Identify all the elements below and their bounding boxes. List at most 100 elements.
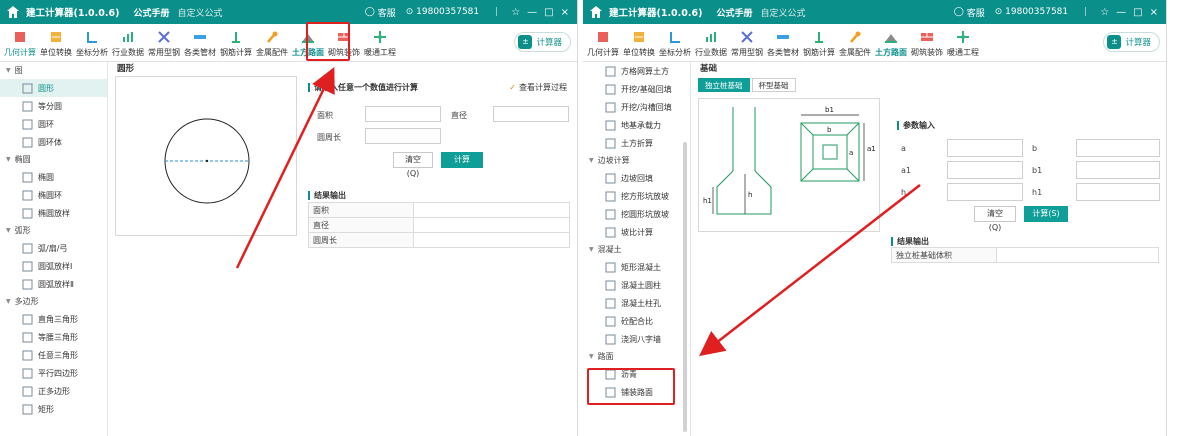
area-input[interactable]: [365, 106, 441, 122]
pin-button[interactable]: ☆: [1100, 7, 1109, 18]
pin-button[interactable]: ☆: [511, 7, 520, 18]
sidebar-group[interactable]: ▼ 图: [0, 62, 107, 79]
tool-hvac[interactable]: 暖通工程: [362, 30, 398, 58]
sidebar-item-0-0[interactable]: 圆形: [0, 79, 107, 97]
shape-icon: [605, 84, 616, 94]
calculate-button[interactable]: 计算(S): [441, 152, 483, 180]
maximize-button[interactable]: □: [1133, 7, 1142, 18]
tool-coordinate[interactable]: 坐标分析: [657, 30, 693, 58]
sidebar-group[interactable]: ▼ 路面: [583, 348, 690, 365]
tool-metal-parts[interactable]: 金属配件: [837, 30, 873, 58]
sidebar-item-0-3[interactable]: 圆环体: [0, 133, 107, 151]
account-link[interactable]: ⊙ 19800357581: [406, 7, 479, 17]
sidebar-item-0-1[interactable]: 等分圆: [0, 97, 107, 115]
sidebar-item-0-1[interactable]: 开挖/基础回填: [583, 80, 690, 98]
sidebar-item-0-4[interactable]: 土方折算: [583, 134, 690, 152]
sidebar-item-label: 地基承载力: [621, 120, 661, 130]
sidebar-group[interactable]: ▼ 多边形: [0, 293, 107, 310]
param-a1-input[interactable]: [947, 161, 1023, 179]
sidebar-item-2-2[interactable]: 圆弧放样Ⅱ: [0, 275, 107, 293]
service-link[interactable]: ◯ 客服: [954, 6, 985, 19]
tool-hvac[interactable]: 暖通工程: [945, 30, 981, 58]
sidebar-item-2-1[interactable]: 混凝土圆柱: [583, 276, 690, 294]
sidebar-item-3-3[interactable]: 平行四边形: [0, 364, 107, 382]
sidebar-item-2-0[interactable]: 弧/扇/弓: [0, 239, 107, 257]
calculator-button[interactable]: ± 计算器: [1103, 32, 1160, 52]
tool-geometry[interactable]: 几何计算: [585, 30, 621, 58]
clear-button[interactable]: 清空(Q): [393, 152, 433, 178]
sidebar-item-2-1[interactable]: 圆弧放样Ⅰ: [0, 257, 107, 275]
sidebar-item-1-2[interactable]: 挖圆形坑放坡: [583, 205, 690, 223]
minimize-button[interactable]: —: [1116, 7, 1126, 18]
tool-steel[interactable]: 常用型钢: [146, 30, 182, 58]
calculator-icon: ±: [518, 35, 533, 49]
param-a-input[interactable]: [947, 139, 1023, 157]
sidebar-item-3-5[interactable]: 矩形: [0, 400, 107, 418]
close-button[interactable]: ×: [561, 7, 569, 18]
sidebar-group[interactable]: ▼ 弧形: [0, 222, 107, 239]
sidebar-item-2-0[interactable]: 矩形混凝土: [583, 258, 690, 276]
tool-unit-convert[interactable]: 单位转换: [38, 30, 74, 58]
subtab-isolated-pile[interactable]: 独立桩基础: [698, 78, 750, 92]
label-h-left: h: [748, 191, 752, 199]
clear-button[interactable]: 清空(Q): [974, 206, 1016, 232]
sidebar-item-0-2[interactable]: 开挖/沟槽回填: [583, 98, 690, 116]
sidebar-item-0-0[interactable]: 方格网算土方: [583, 62, 690, 80]
tool-geometry[interactable]: 几何计算: [2, 30, 38, 58]
tool-label: 常用型钢: [148, 48, 180, 57]
tool-rebar[interactable]: 钢筋计算: [801, 30, 837, 58]
sidebar-item-0-2[interactable]: 圆环: [0, 115, 107, 133]
calculator-button[interactable]: ± 计算器: [514, 32, 571, 52]
param-b-input[interactable]: [1076, 139, 1160, 157]
service-link[interactable]: ◯ 客服: [365, 6, 396, 19]
tab-formula-manual[interactable]: 公式手册: [716, 6, 752, 19]
tool-earthwork-road[interactable]: 土方路面: [873, 30, 909, 58]
minimize-button[interactable]: —: [527, 7, 537, 18]
tool-coordinate[interactable]: 坐标分析: [74, 30, 110, 58]
tool-industry-data[interactable]: 行业数据: [110, 30, 146, 58]
circumference-input[interactable]: [365, 128, 441, 144]
sidebar-group[interactable]: ▼ 椭圆: [0, 151, 107, 168]
sidebar-item-1-0[interactable]: 椭圆: [0, 168, 107, 186]
sidebar-item-1-0[interactable]: 边坡回填: [583, 169, 690, 187]
tool-rebar[interactable]: 钢筋计算: [218, 30, 254, 58]
sidebar-item-0-3[interactable]: 地基承载力: [583, 116, 690, 134]
tool-pipes[interactable]: 各类管材: [765, 30, 801, 58]
tab-formula-manual[interactable]: 公式手册: [133, 6, 169, 19]
diameter-input[interactable]: [493, 106, 569, 122]
sidebar-item-2-2[interactable]: 混凝土柱孔: [583, 294, 690, 312]
param-b1-input[interactable]: [1076, 161, 1160, 179]
param-h1-input[interactable]: [1076, 183, 1160, 201]
sidebar-item-1-1[interactable]: 椭圆环: [0, 186, 107, 204]
sidebar-item-3-2[interactable]: 任意三角形: [0, 346, 107, 364]
maximize-button[interactable]: □: [544, 7, 553, 18]
tool-unit-convert[interactable]: 单位转换: [621, 30, 657, 58]
account-link[interactable]: ⊙ 19800357581: [995, 7, 1068, 17]
sidebar-group[interactable]: ▼ 边坡计算: [583, 152, 690, 169]
param-h-input[interactable]: [947, 183, 1023, 201]
sidebar-scrollbar[interactable]: [683, 142, 687, 432]
calculator-label: 计算器: [536, 38, 562, 48]
tab-custom-formula[interactable]: 自定义公式: [760, 6, 805, 19]
close-button[interactable]: ×: [1150, 7, 1158, 18]
view-process-link[interactable]: ✓ 查看计算过程: [509, 82, 567, 93]
calculate-button[interactable]: 计算(S): [1024, 206, 1068, 222]
tool-metal-parts[interactable]: 金属配件: [254, 30, 290, 58]
sidebar-item-2-4[interactable]: 浇洞八字墙: [583, 330, 690, 348]
sidebar-item-3-1[interactable]: 等腰三角形: [0, 328, 107, 346]
subtab-cup-foundation[interactable]: 杯型基础: [751, 78, 796, 92]
collapse-triangle-icon: ▼: [589, 353, 594, 360]
tab-custom-formula[interactable]: 自定义公式: [177, 6, 222, 19]
tool-industry-data[interactable]: 行业数据: [693, 30, 729, 58]
unit-convert-icon: [51, 32, 61, 42]
sidebar-item-3-0[interactable]: 直角三角形: [0, 310, 107, 328]
sidebar-group[interactable]: ▼ 混凝土: [583, 241, 690, 258]
tool-steel[interactable]: 常用型钢: [729, 30, 765, 58]
sidebar-item-1-3[interactable]: 坡比计算: [583, 223, 690, 241]
sidebar-item-3-4[interactable]: 正多边形: [0, 382, 107, 400]
tool-masonry[interactable]: 砌筑装饰: [909, 30, 945, 58]
tool-pipes[interactable]: 各类管材: [182, 30, 218, 58]
sidebar-item-1-1[interactable]: 挖方形坑放坡: [583, 187, 690, 205]
sidebar-item-2-3[interactable]: 砼配合比: [583, 312, 690, 330]
sidebar-item-1-2[interactable]: 椭圆放样: [0, 204, 107, 222]
